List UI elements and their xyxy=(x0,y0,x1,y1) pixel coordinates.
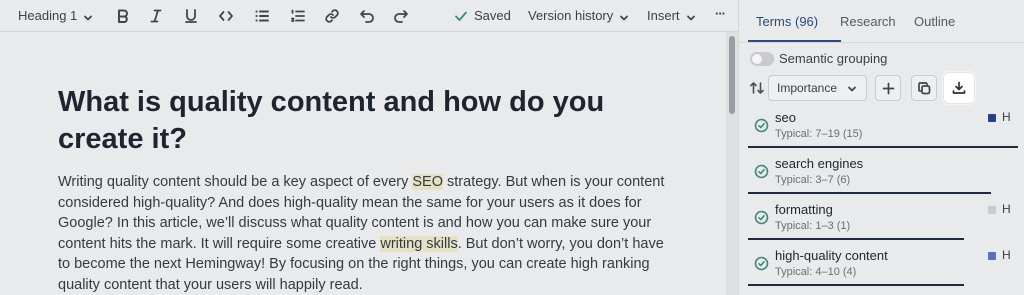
highlighted-term-writing-skills[interactable]: writing skills xyxy=(380,235,458,252)
check-circle-icon xyxy=(754,164,769,179)
sidebar-tabs: Terms (96) Research Outline xyxy=(739,0,1024,42)
italic-icon[interactable] xyxy=(147,7,165,25)
term-typical: Typical: 1–3 (1) xyxy=(775,220,851,232)
body-text: Writing quality content should be a key … xyxy=(58,174,413,190)
semantic-grouping-label: Semantic grouping xyxy=(779,51,888,66)
term-progress-bar xyxy=(748,284,964,286)
term-item-search-engines[interactable]: search engines Typical: 3–7 (6) xyxy=(748,156,1020,202)
chevron-down-icon xyxy=(619,11,629,21)
term-item-seo[interactable]: seo Typical: 7–19 (15) H xyxy=(748,110,1020,156)
term-item-formatting[interactable]: formatting Typical: 1–3 (1) H xyxy=(748,202,1020,248)
saved-label: Saved xyxy=(474,8,511,23)
insert-dropdown[interactable]: Insert xyxy=(647,8,696,23)
insert-label: Insert xyxy=(647,8,680,23)
undo-icon[interactable] xyxy=(358,7,376,25)
check-circle-icon xyxy=(754,210,769,225)
sort-icon[interactable] xyxy=(749,80,765,96)
tab-research[interactable]: Research xyxy=(840,14,896,29)
term-name: seo xyxy=(775,110,796,125)
copy-terms-button[interactable] xyxy=(911,75,937,101)
heading-indicator: H xyxy=(1002,248,1011,262)
checkmark-icon xyxy=(454,9,468,23)
chevron-down-icon xyxy=(847,83,857,93)
tab-terms[interactable]: Terms (96) xyxy=(756,14,818,29)
sort-select-value: Importance xyxy=(777,81,838,95)
heading-style-label: Heading 1 xyxy=(18,8,78,23)
version-history-label: Version history xyxy=(528,8,614,23)
heading-usage-marker xyxy=(988,252,996,260)
check-circle-icon xyxy=(754,118,769,133)
term-name: formatting xyxy=(775,202,833,217)
bold-icon[interactable] xyxy=(114,7,132,25)
term-typical: Typical: 7–19 (15) xyxy=(775,128,863,140)
highlighted-term-seo[interactable]: SEO xyxy=(412,174,443,190)
check-circle-icon xyxy=(754,256,769,271)
heading-usage-marker xyxy=(988,114,996,122)
code-icon[interactable] xyxy=(217,7,235,25)
bullet-list-icon[interactable] xyxy=(253,7,271,25)
sort-select[interactable]: Importance xyxy=(768,75,867,101)
chevron-down-icon xyxy=(83,11,93,21)
plus-icon xyxy=(882,82,894,94)
heading-indicator: H xyxy=(1002,110,1011,124)
term-typical: Typical: 3–7 (6) xyxy=(775,174,851,186)
editor-scrollbar-thumb[interactable] xyxy=(729,36,735,114)
term-name: search engines xyxy=(775,156,864,171)
saved-status: Saved xyxy=(454,8,511,23)
download-terms-button[interactable] xyxy=(943,72,975,104)
editor-toolbar: Heading 1 Saved Version history Insert ·… xyxy=(0,0,738,32)
heading-usage-marker xyxy=(988,206,996,214)
tab-outline[interactable]: Outline xyxy=(914,14,955,29)
heading-indicator: H xyxy=(1002,202,1011,216)
version-history-dropdown[interactable]: Version history xyxy=(528,8,629,23)
term-progress-bar xyxy=(748,146,1018,148)
copy-icon xyxy=(917,81,930,94)
tabs-divider xyxy=(739,42,1024,43)
term-typical: Typical: 4–10 (4) xyxy=(775,266,857,278)
redo-icon[interactable] xyxy=(392,7,410,25)
editor-canvas[interactable]: What is quality content and how do you c… xyxy=(0,32,726,295)
term-progress-bar xyxy=(748,238,964,240)
underline-icon[interactable] xyxy=(182,7,200,25)
document-paragraph[interactable]: Writing quality content should be a key … xyxy=(58,172,668,295)
numbered-list-icon[interactable] xyxy=(289,7,307,25)
heading-style-dropdown[interactable]: Heading 1 xyxy=(18,8,93,23)
toggle-knob xyxy=(752,54,762,64)
link-icon[interactable] xyxy=(323,7,341,25)
term-progress-bar xyxy=(748,192,991,194)
term-name: high-quality content xyxy=(775,248,888,263)
chevron-down-icon xyxy=(686,11,696,21)
add-term-button[interactable] xyxy=(875,75,901,101)
term-item-high-quality-content[interactable]: high-quality content Typical: 4–10 (4) H xyxy=(748,248,1020,294)
download-icon xyxy=(952,81,966,94)
document-title[interactable]: What is quality content and how do you c… xyxy=(58,84,658,158)
more-label: ··· xyxy=(715,6,726,21)
more-options-button[interactable]: ··· xyxy=(715,6,726,21)
